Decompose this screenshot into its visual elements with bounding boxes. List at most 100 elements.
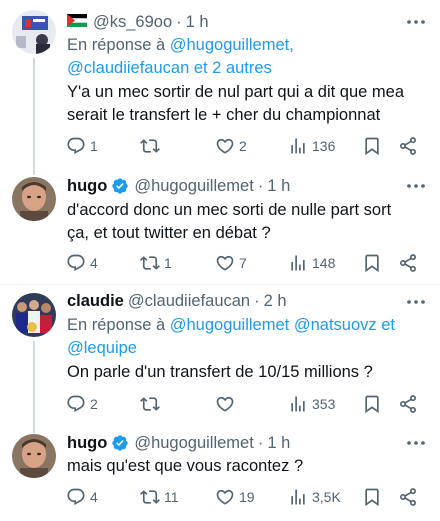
mention-link[interactable]: @claudiiefaucan et 2 autres (67, 59, 272, 77)
mention-link[interactable]: @hugoguillemet, (170, 36, 294, 54)
tweet-actions: 1 2 136 (60, 135, 430, 157)
bookmark-button[interactable] (362, 486, 382, 508)
reply-icon (67, 254, 85, 272)
like-count: 19 (239, 489, 255, 505)
views-chart-icon (291, 138, 305, 154)
timestamp[interactable]: 1 h (186, 13, 209, 32)
views-chart-icon (291, 255, 305, 271)
views-button[interactable]: 3,5K (288, 486, 341, 508)
share-button[interactable] (398, 135, 418, 157)
retweet-button[interactable]: 11 (140, 486, 179, 508)
separator-dot: · (257, 433, 264, 452)
tweet-header: @ks_69oo · 1 h (67, 11, 209, 33)
reply-count: 4 (90, 255, 98, 271)
like-count: 7 (239, 255, 247, 271)
share-icon (400, 137, 416, 155)
thread-connector (33, 341, 35, 425)
verified-badge-icon (111, 177, 129, 195)
tweet-header: hugo @hugoguillemet · 1 h (67, 175, 290, 197)
tweet-text-line: Y'a un mec sortir de nul part qui a dit … (67, 83, 405, 101)
like-button[interactable]: 7 (215, 252, 247, 274)
mention-link[interactable]: @lequipe (67, 339, 137, 357)
retweet-button[interactable] (140, 135, 164, 157)
tweet-hugo-last[interactable]: hugo @hugoguillemet · 1 h mais qu'est qu… (0, 425, 440, 521)
share-button[interactable] (398, 486, 418, 508)
heart-icon (216, 396, 234, 412)
more-options-icon[interactable] (406, 433, 426, 453)
separator-dot: · (176, 12, 182, 31)
author-name[interactable]: hugo (67, 434, 107, 453)
like-count: 2 (239, 138, 247, 154)
thread-connector (33, 425, 35, 433)
author-handle[interactable]: @hugoguillemet (134, 177, 254, 196)
bookmark-icon (365, 254, 379, 273)
separator-dot: · (257, 176, 264, 195)
more-options-icon[interactable] (406, 12, 426, 32)
author-handle[interactable]: @claudiiefaucan (128, 292, 250, 311)
avatar[interactable] (12, 177, 56, 221)
thread-connector (33, 58, 35, 164)
mention-link: et (381, 316, 395, 334)
reply-icon (67, 137, 85, 155)
avatar[interactable] (12, 434, 56, 478)
author-name[interactable]: hugo (67, 177, 107, 196)
view-count: 353 (312, 396, 336, 412)
mention-link[interactable]: @hugoguillemet (170, 316, 290, 334)
palestine-flag-icon (67, 13, 87, 32)
timestamp[interactable]: 2 h (264, 292, 287, 311)
author-name[interactable]: claudie (67, 292, 124, 311)
more-options-icon[interactable] (406, 176, 426, 196)
tweet-text-line: d'accord donc un mec sorti de nulle part… (67, 201, 392, 219)
like-button[interactable]: 2 (215, 135, 247, 157)
bookmark-button[interactable] (362, 393, 382, 415)
author-handle[interactable]: @ks_69oo (93, 13, 172, 32)
reply-icon (67, 395, 85, 413)
bookmark-icon (365, 395, 379, 414)
retweet-icon (140, 139, 160, 153)
mention-link[interactable]: @natsuovz (294, 316, 377, 334)
tweet-text: On parle d'un transfert de 10/15 million… (67, 361, 427, 384)
tweet-actions: 4 11 19 3,5K (60, 486, 430, 508)
reply-button[interactable]: 4 (66, 486, 98, 508)
author-handle[interactable]: @hugoguillemet (134, 434, 254, 453)
tweet-text-line: ça, et tout twitter en débat ? (67, 224, 271, 242)
avatar[interactable] (12, 293, 56, 337)
tweet-hugo-reply[interactable]: hugo @hugoguillemet · 1 h d'accord donc … (0, 164, 440, 284)
separator-dot: · (254, 291, 260, 310)
more-options-icon[interactable] (406, 292, 426, 312)
share-button[interactable] (398, 252, 418, 274)
views-button[interactable]: 148 (288, 252, 335, 274)
reply-button[interactable]: 1 (66, 135, 98, 157)
share-icon (400, 254, 416, 272)
reply-count: 4 (90, 489, 98, 505)
reply-button[interactable]: 4 (66, 252, 98, 274)
tweet-ks69oo[interactable]: @ks_69oo · 1 h En réponse à @hugoguillem… (0, 0, 440, 164)
reply-icon (67, 488, 85, 506)
tweet-text-line: serait le transfert le + cher du champio… (67, 106, 381, 124)
reply-count: 2 (90, 396, 98, 412)
retweet-button[interactable] (140, 393, 164, 415)
share-button[interactable] (398, 393, 418, 415)
reply-context: En réponse à @hugoguillemet @natsuovz et… (67, 314, 395, 360)
views-button[interactable]: 353 (288, 393, 335, 415)
avatar[interactable] (12, 10, 56, 54)
reply-prefix: En réponse à (67, 36, 166, 54)
tweet-text-line: mais qu'est que vous racontez ? (67, 457, 304, 475)
like-button[interactable] (215, 393, 239, 415)
reply-button[interactable]: 2 (66, 393, 98, 415)
reply-prefix: En réponse à (67, 316, 166, 334)
retweet-count: 1 (164, 255, 172, 271)
bookmark-button[interactable] (362, 252, 382, 274)
like-button[interactable]: 19 (215, 486, 255, 508)
reply-count: 1 (90, 138, 98, 154)
tweet-actions: 4 1 7 148 (60, 252, 430, 274)
share-icon (400, 488, 416, 506)
thread-connector (33, 164, 35, 175)
heart-icon (216, 489, 234, 505)
bookmark-button[interactable] (362, 135, 382, 157)
timestamp[interactable]: 1 h (267, 177, 290, 196)
timestamp[interactable]: 1 h (267, 434, 290, 453)
views-button[interactable]: 136 (288, 135, 335, 157)
tweet-claudie[interactable]: claudie @claudiiefaucan · 2 h En réponse… (0, 285, 440, 425)
retweet-button[interactable]: 1 (140, 252, 172, 274)
